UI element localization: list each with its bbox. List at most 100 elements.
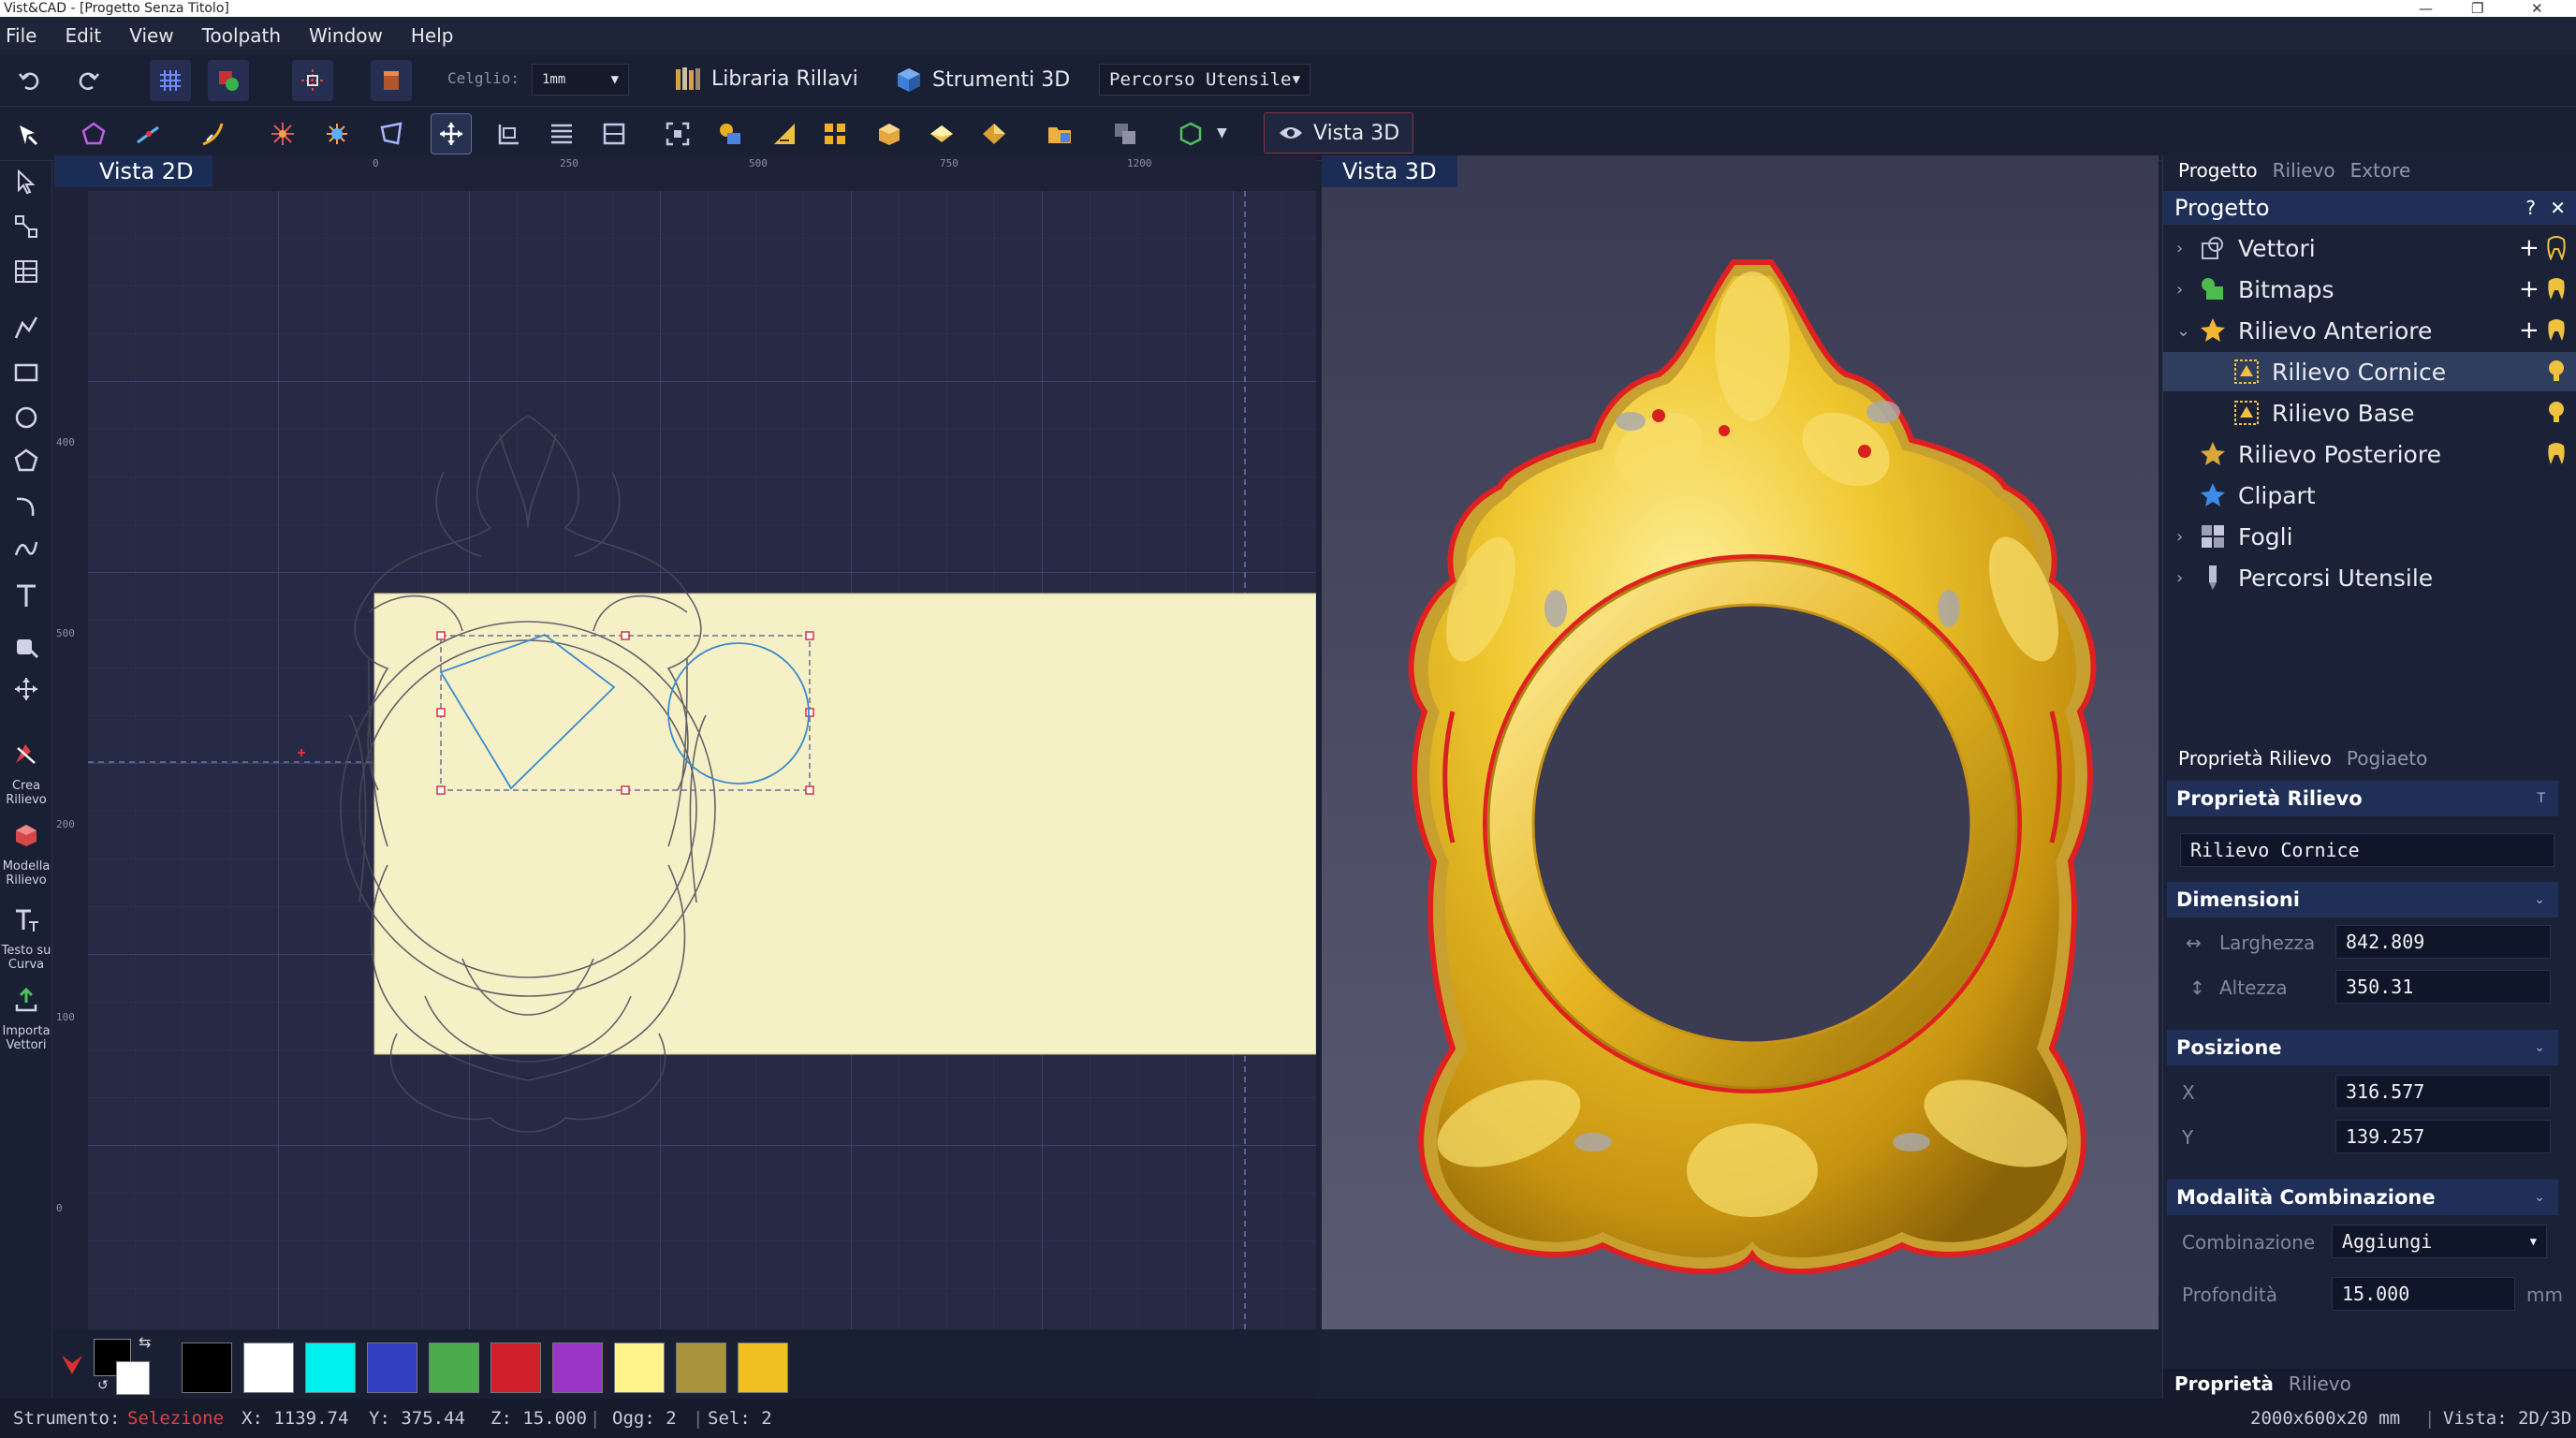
node-edit-icon[interactable] — [7, 113, 49, 154]
height-field[interactable]: 350.31 — [2335, 970, 2551, 1004]
canvas-2d[interactable] — [88, 191, 1316, 1329]
swatch-red[interactable] — [490, 1343, 541, 1393]
tab-progetto[interactable]: Progetto — [2178, 159, 2258, 182]
tab-pogiaeto[interactable]: Pogiaeto — [2347, 747, 2427, 770]
chevron-down-icon[interactable]: ⌄ — [2176, 321, 2190, 341]
x-field[interactable]: 316.577 — [2335, 1075, 2551, 1108]
combination-section[interactable]: Modalità Combinazione ⌄ — [2167, 1180, 2558, 1215]
minimize-button[interactable]: — — [2419, 0, 2433, 17]
text-icon[interactable]: T — [2537, 781, 2545, 816]
tab-vista-3d[interactable]: Vista 3D — [1322, 155, 1457, 187]
move-tool-icon[interactable] — [431, 113, 472, 154]
array-icon[interactable] — [814, 113, 856, 154]
chevron-down-icon[interactable]: ▼ — [1217, 125, 1227, 140]
tab-rilievo[interactable]: Rilievo — [2273, 159, 2335, 182]
text-curve-icon[interactable] — [9, 902, 43, 936]
help-icon[interactable]: ? — [2525, 191, 2536, 225]
menu-file[interactable]: File — [6, 24, 37, 47]
distribute-icon[interactable] — [541, 113, 582, 154]
view-2d[interactable]: 0 250 500 750 1200 Vista 2D 400 500 200 … — [54, 155, 1316, 1407]
view-3d[interactable]: Vista 3D — [1322, 155, 2159, 1329]
menu-help[interactable]: Help — [411, 24, 454, 47]
vista3d-button[interactable]: Vista 3D — [1264, 112, 1414, 154]
create-relief-icon[interactable] — [9, 736, 43, 770]
swatch-green[interactable] — [429, 1343, 479, 1393]
swatch-cyan[interactable] — [305, 1343, 356, 1393]
chevron-right-icon[interactable]: › — [2176, 280, 2183, 300]
add-icon[interactable]: + — [2519, 234, 2539, 262]
tree-item-rilievo-anteriore[interactable]: ⌄ Rilievo Anteriore + — [2163, 311, 2576, 350]
visibility-bulb-icon[interactable] — [2547, 401, 2566, 425]
tree-item-clipart[interactable]: Clipart — [2163, 476, 2576, 515]
polyline-icon[interactable] — [9, 311, 43, 345]
tree-item-rilievo-base[interactable]: Rilievo Base — [2163, 393, 2576, 433]
stamp-icon[interactable] — [9, 629, 43, 663]
material-sheet[interactable] — [373, 593, 1316, 1055]
tree-item-bitmaps[interactable]: › Bitmaps + — [2163, 270, 2576, 309]
width-field[interactable]: 842.809 — [2335, 925, 2551, 959]
relief-3d-preview[interactable] — [1322, 187, 2159, 1329]
position-section[interactable]: Posizione ⌄ — [2167, 1030, 2558, 1065]
shapes-icon[interactable] — [710, 113, 751, 154]
node-select-icon[interactable] — [9, 210, 43, 243]
flat-relief-icon[interactable] — [921, 113, 962, 154]
tree-item-percorsi-utensile[interactable]: › Percorsi Utensile — [2163, 558, 2576, 597]
close-icon[interactable]: ✕ — [2550, 191, 2566, 225]
line-tool-icon[interactable] — [127, 113, 168, 154]
folder-icon[interactable] — [1039, 113, 1080, 154]
relief-name-field[interactable]: Rilievo Cornice — [2180, 833, 2554, 867]
table-grid-icon[interactable] — [9, 255, 43, 288]
star-burst-icon[interactable] — [262, 113, 303, 154]
rectangle-icon[interactable] — [9, 356, 43, 389]
tree-item-rilievo-cornice[interactable]: Rilievo Cornice — [2163, 352, 2576, 391]
menu-view[interactable]: View — [129, 24, 173, 47]
tooth-icon[interactable] — [2545, 277, 2568, 301]
background-color[interactable] — [116, 1361, 150, 1395]
chevron-right-icon[interactable]: › — [2176, 239, 2183, 258]
tooth-icon[interactable] — [2545, 318, 2568, 343]
add-icon[interactable]: + — [2519, 275, 2539, 303]
y-field[interactable]: 139.257 — [2335, 1120, 2551, 1153]
toolpath-select[interactable]: Percorso Utensile ▼ — [1099, 64, 1310, 95]
select-arrow-icon[interactable] — [9, 165, 43, 198]
tooth-icon[interactable] — [2545, 442, 2568, 466]
tab-vista-2d[interactable]: Vista 2D — [54, 155, 212, 187]
close-window-button[interactable]: ✕ — [2531, 0, 2543, 17]
tree-item-rilievo-posteriore[interactable]: Rilievo Posteriore — [2163, 434, 2576, 474]
depth-field[interactable]: 15.000 — [2332, 1277, 2515, 1311]
chevron-right-icon[interactable]: › — [2176, 568, 2183, 588]
boolean-icon[interactable] — [1105, 113, 1146, 154]
arc-icon[interactable] — [9, 489, 43, 522]
combination-select[interactable]: Aggiungi ▼ — [2332, 1225, 2547, 1258]
add-icon[interactable]: + — [2519, 316, 2539, 345]
swatch-black[interactable] — [182, 1343, 232, 1393]
menu-window[interactable]: Window — [309, 24, 383, 47]
bounding-box-icon[interactable] — [593, 113, 635, 154]
tree-item-vettori[interactable]: › Vettori + — [2163, 228, 2576, 268]
dimensions-section[interactable]: Dimensioni ⌄ — [2167, 882, 2558, 917]
library-button[interactable]: Libraria Rillavi — [674, 66, 858, 92]
swatch-white[interactable] — [243, 1343, 294, 1393]
swatch-olive[interactable] — [676, 1343, 726, 1393]
undo-icon[interactable] — [9, 60, 51, 101]
arc-tool-icon[interactable] — [193, 113, 234, 154]
visibility-bulb-icon[interactable] — [2547, 360, 2566, 384]
tooth-outline-icon[interactable] — [2545, 236, 2568, 260]
tab-rilievo-bottom[interactable]: Rilievo — [2289, 1372, 2351, 1395]
tab-extore[interactable]: Extore — [2350, 159, 2411, 182]
swap-colors-icon[interactable]: ⇆ — [139, 1333, 151, 1351]
swatch-light-yellow[interactable] — [614, 1343, 665, 1393]
material-icon[interactable] — [371, 60, 412, 101]
align-icon[interactable] — [489, 113, 530, 154]
tools3d-button[interactable]: Strumenti 3D — [895, 66, 1070, 94]
move-arrows-icon[interactable] — [9, 672, 43, 706]
snap-points-icon[interactable] — [292, 60, 333, 101]
circle-icon[interactable] — [9, 401, 43, 434]
import-vectors-icon[interactable] — [9, 983, 43, 1017]
model-relief-icon[interactable] — [9, 818, 43, 852]
reset-colors-icon[interactable]: ↺ — [97, 1378, 109, 1393]
diamond-relief-icon[interactable] — [973, 113, 1015, 154]
redo-icon[interactable] — [67, 60, 109, 101]
snap-icon[interactable] — [208, 60, 249, 101]
hexagon-icon[interactable] — [1170, 113, 1211, 154]
